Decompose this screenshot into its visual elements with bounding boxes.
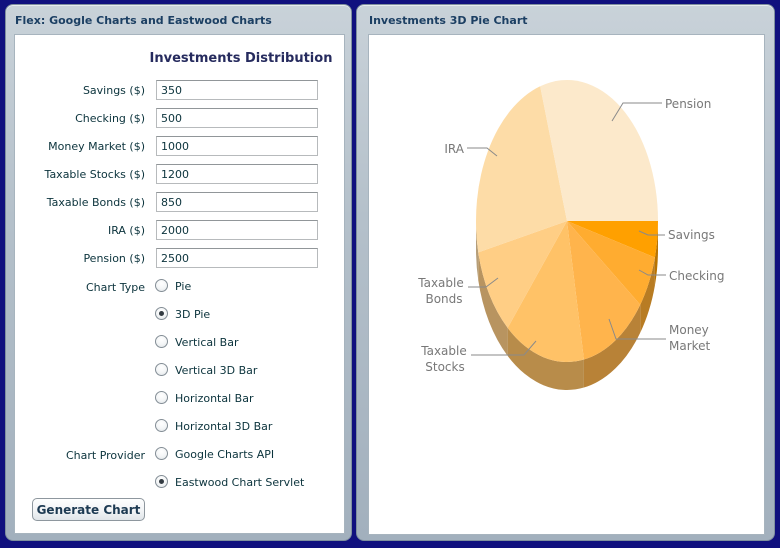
- vertical-bar-radio-label: Vertical Bar: [175, 336, 239, 349]
- form-panel: Flex: Google Charts and Eastwood Charts …: [5, 4, 352, 541]
- horizontal-bar-radio[interactable]: [155, 391, 168, 404]
- vertical-bar-radio[interactable]: [155, 335, 168, 348]
- slice-label-ira: IRA: [444, 142, 464, 156]
- checking-input[interactable]: [156, 108, 318, 128]
- generate-chart-button[interactable]: Generate Chart: [32, 498, 145, 521]
- slice-label-money-market-1: Money: [669, 323, 709, 337]
- vertical-3d-bar-radio-label: Vertical 3D Bar: [175, 364, 258, 377]
- form-panel-title: Flex: Google Charts and Eastwood Charts: [15, 14, 272, 27]
- slice-label-taxable-stocks-2: Stocks: [425, 360, 464, 374]
- pie-radio-label: Pie: [175, 280, 192, 293]
- slice-label-taxable-bonds-2: Bonds: [425, 292, 462, 306]
- 3d-pie-radio-label: 3D Pie: [175, 308, 211, 321]
- slice-label-money-market-2: Market: [669, 339, 711, 353]
- ira-input[interactable]: [156, 220, 318, 240]
- radio-dot: [159, 479, 164, 484]
- horizontal-3d-bar-radio-label: Horizontal 3D Bar: [175, 420, 273, 433]
- horizontal-3d-bar-radio[interactable]: [155, 419, 168, 432]
- google-charts-api-radio-label: Google Charts API: [175, 448, 275, 461]
- slice-label-checking: Checking: [669, 269, 724, 283]
- money-market-label: Money Market ($): [48, 140, 145, 153]
- taxable-stocks-input[interactable]: [156, 164, 318, 184]
- 3d-pie-radio-selected[interactable]: [155, 307, 168, 320]
- pie-chart-3d: Savings Checking Money Market Taxable Stocks T…: [417, 80, 724, 391]
- form-title: Investments Distribution: [149, 51, 333, 66]
- savings-input[interactable]: [156, 80, 318, 100]
- savings-label: Savings ($): [82, 84, 145, 97]
- chart-panel: Investments 3D Pie Chart Savings Checking…: [356, 4, 775, 541]
- pension-input[interactable]: [156, 248, 318, 268]
- horizontal-bar-radio-label: Horizontal Bar: [175, 392, 254, 405]
- slice-label-taxable-bonds-1: Taxable: [417, 276, 464, 290]
- chart-panel-title: Investments 3D Pie Chart: [369, 14, 528, 27]
- form-panel-content: Investments Distribution Savings ($) Chec…: [14, 34, 345, 534]
- chart-panel-content: Savings Checking Money Market Taxable Stocks T…: [368, 34, 765, 535]
- eastwood-chart-servlet-radio-selected[interactable]: [155, 475, 168, 488]
- pie-radio[interactable]: [155, 279, 168, 292]
- taxable-bonds-label: Taxable Bonds ($): [46, 196, 145, 209]
- ira-label: IRA ($): [107, 224, 145, 237]
- taxable-stocks-label: Taxable Stocks ($): [44, 168, 145, 181]
- slice-label-taxable-stocks-1: Taxable: [420, 344, 467, 358]
- eastwood-chart-servlet-radio-label: Eastwood Chart Servlet: [175, 476, 305, 489]
- slice-label-pension: Pension: [665, 97, 711, 111]
- money-market-input[interactable]: [156, 136, 318, 156]
- radio-dot: [159, 311, 164, 316]
- pension-label: Pension ($): [83, 252, 145, 265]
- chart-provider-label: Chart Provider: [65, 449, 145, 462]
- google-charts-api-radio[interactable]: [155, 447, 168, 460]
- chart-type-label: Chart Type: [86, 281, 145, 294]
- checking-label: Checking ($): [75, 112, 145, 125]
- slice-label-savings: Savings: [668, 228, 715, 242]
- vertical-3d-bar-radio[interactable]: [155, 363, 168, 376]
- taxable-bonds-input[interactable]: [156, 192, 318, 212]
